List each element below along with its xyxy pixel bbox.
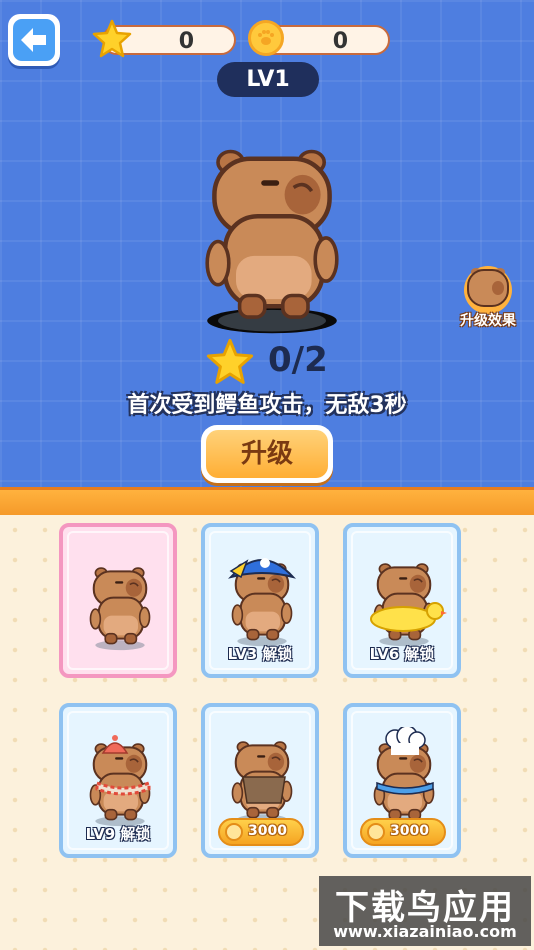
star-icon bbox=[206, 338, 254, 386]
chef-hat-icon bbox=[385, 727, 426, 755]
skin-lock-label: LV9 解锁 bbox=[85, 825, 151, 843]
scarf-icon bbox=[95, 780, 151, 796]
coin-icon bbox=[367, 823, 385, 841]
skin-lock-label: LV6 解锁 bbox=[369, 645, 435, 663]
section-divider bbox=[0, 487, 534, 515]
pirate-hat-icon bbox=[227, 558, 297, 579]
bandana-icon bbox=[376, 781, 434, 795]
skin-card-default[interactable] bbox=[59, 523, 177, 678]
back-arrow-icon bbox=[13, 19, 55, 61]
price-value: 3000 bbox=[390, 823, 429, 839]
price-value: 3000 bbox=[248, 823, 287, 839]
upgrade-button-label: 升级 bbox=[206, 430, 328, 478]
star-count: 0 bbox=[178, 29, 194, 54]
capybara-character bbox=[182, 120, 362, 345]
star-progress: 0/2 bbox=[268, 340, 328, 380]
level-badge: LV1 bbox=[217, 62, 319, 97]
coin-icon bbox=[225, 823, 243, 841]
watermark-url: www.xiazainiao.com bbox=[333, 922, 517, 941]
skill-description: 首次受到鳄鱼攻击，无敌3秒 bbox=[127, 393, 407, 418]
price-tag[interactable]: 3000 bbox=[218, 818, 304, 846]
upgrade-effect-label: 升级效果 bbox=[460, 313, 516, 329]
beanie-icon bbox=[101, 735, 129, 754]
skin-card-chef[interactable]: 3000 bbox=[343, 703, 461, 858]
capybara-face-icon bbox=[464, 266, 512, 314]
back-button[interactable] bbox=[8, 14, 60, 66]
upgrade-button[interactable]: 升级 bbox=[201, 425, 333, 483]
skin-card-duck-ring[interactable]: LV6 解锁 bbox=[343, 523, 461, 678]
coin-count: 0 bbox=[332, 29, 348, 54]
skin-card-pirate[interactable]: LV3 解锁 bbox=[201, 523, 319, 678]
price-tag[interactable]: 3000 bbox=[360, 818, 446, 846]
caveman-outfit-icon bbox=[242, 776, 286, 804]
watermark: 下载鸟应用 www.xiazainiao.com bbox=[319, 876, 531, 946]
skin-card-scarf[interactable]: LV9 解锁 bbox=[59, 703, 177, 858]
capybara-skin-default bbox=[79, 555, 161, 655]
paw-coin-icon bbox=[248, 20, 284, 56]
duck-ring-icon bbox=[370, 602, 447, 632]
skin-lock-label: LV3 解锁 bbox=[227, 645, 293, 663]
star-icon bbox=[92, 19, 132, 59]
skin-card-caveman[interactable]: 3000 bbox=[201, 703, 319, 858]
upgrade-effect-button[interactable]: 升级效果 bbox=[450, 262, 526, 332]
